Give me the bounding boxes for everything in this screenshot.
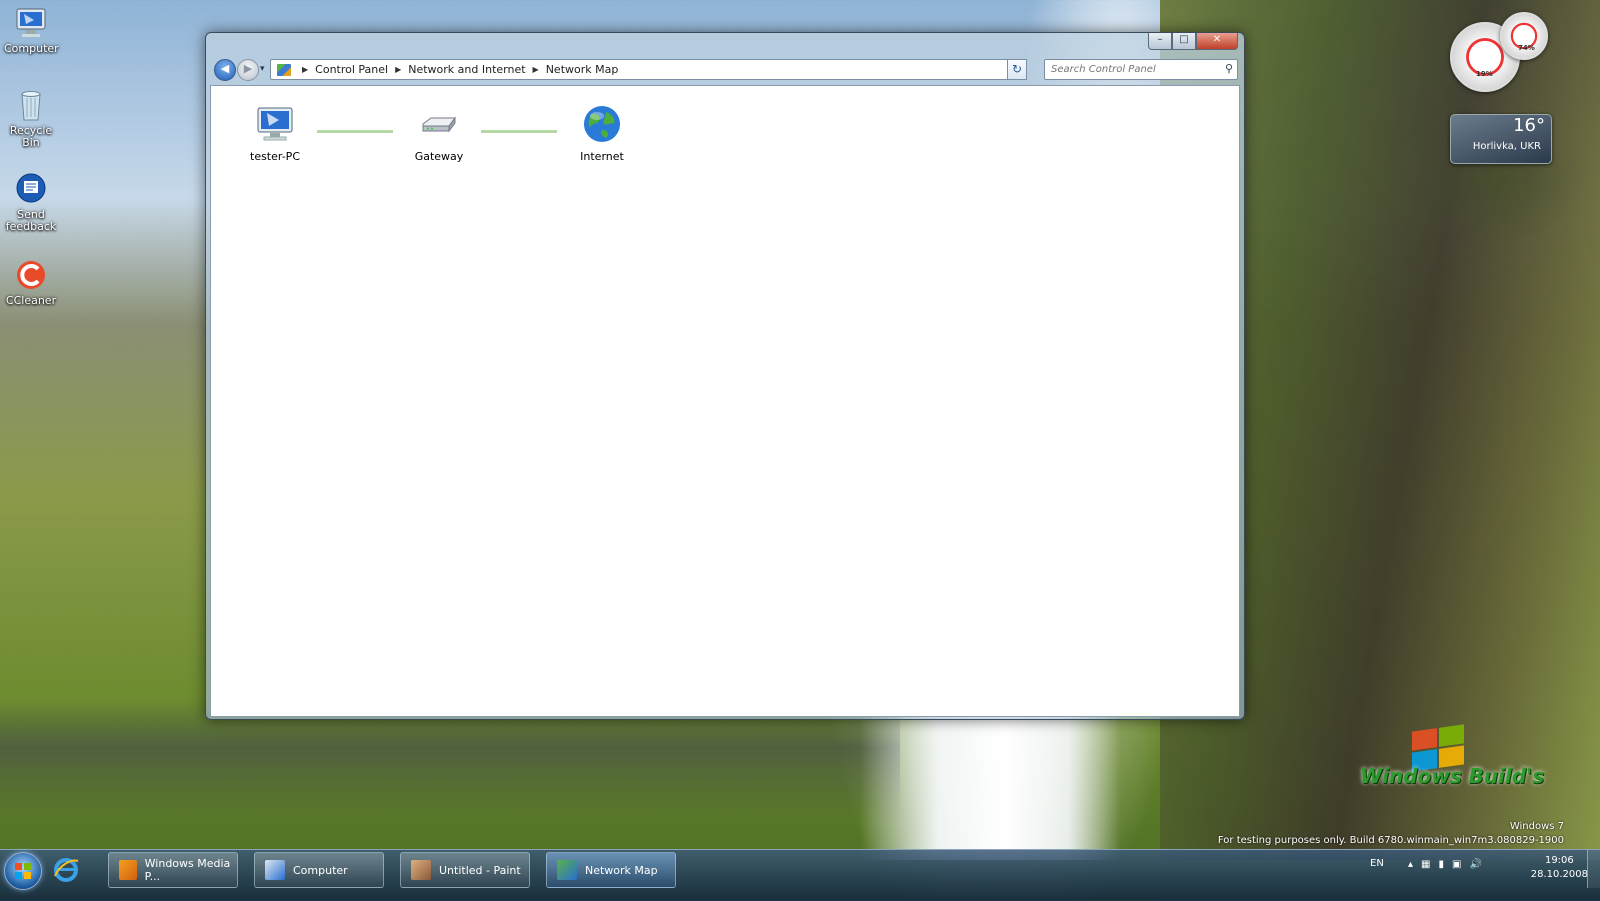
connection-line [317,130,393,133]
show-hidden-icons-icon[interactable]: ▴ [1408,859,1421,870]
desktop-icon-computer[interactable]: Computer [4,6,59,55]
network-map-window[interactable]: – □ ✕ ◀ ▶ ▾ ▶ Control Panel ▶ Network an… [205,32,1245,720]
connection-line [481,130,557,133]
back-button[interactable]: ◀ [214,59,236,81]
map-node-computer[interactable]: tester-PC [240,104,310,163]
feedback-icon [14,172,48,206]
map-node-gateway[interactable]: Gateway [404,104,474,163]
search-box[interactable]: ⚲ [1044,59,1238,80]
cpu-percent: 19% [1476,70,1493,78]
map-node-internet[interactable]: Internet [567,104,637,163]
recycle-bin-icon [14,88,48,122]
desktop-icon-label: Send feedback [5,208,57,233]
clock[interactable]: 19:06 28.10.2008 [1531,854,1588,882]
brand-logo-text: Windows Build's [1360,764,1545,788]
taskbar-button-paint[interactable]: Untitled - Paint [400,852,530,888]
forward-button[interactable]: ▶ [237,59,259,81]
memory-percent: 74% [1518,44,1535,52]
network-icon[interactable]: ▣ [1452,859,1469,870]
refresh-button[interactable]: ↻ [1007,59,1027,80]
breadcrumb-control-panel[interactable]: Control Panel [315,63,388,76]
watermark-os: Windows 7 [1509,821,1564,832]
tray-icons[interactable]: ▴▦▮▣🔊 [1408,859,1490,870]
breadcrumb-network-and-internet[interactable]: Network and Internet [408,63,525,76]
breadcrumb-separator-icon[interactable]: ▶ [533,65,539,74]
network-map-canvas: tester-PC Gateway Internet [210,85,1240,717]
breadcrumb-separator-icon[interactable]: ▶ [302,65,308,74]
breadcrumb-network-map[interactable]: Network Map [546,63,619,76]
desktop-icon-send-feedback[interactable]: Send feedback [4,172,58,233]
watermark-build: For testing purposes only. Build 6780.wi… [1217,835,1564,846]
recent-pages-dropdown[interactable]: ▾ [260,64,265,74]
memory-meter-gadget[interactable]: 74% [1500,12,1548,60]
system-tray: EN ▴▦▮▣🔊 19:06 28.10.2008 [1364,850,1600,888]
map-node-label: Gateway [414,150,464,163]
internet-explorer-icon[interactable] [52,856,80,884]
breadcrumb-separator-icon[interactable]: ▶ [395,65,401,74]
windows-logo-icon [15,863,31,879]
computer-icon [14,6,48,40]
volume-icon[interactable]: 🔊 [1469,859,1489,870]
clock-time: 19:06 [1544,855,1574,866]
minimize-button[interactable]: – [1148,33,1172,50]
desktop-icon-recycle-bin[interactable]: Recycle Bin [4,88,58,149]
taskbar-button-network-map[interactable]: Network Map [546,852,676,888]
address-bar[interactable]: ▶ Control Panel ▶ Network and Internet ▶… [270,59,1024,80]
router-icon [419,104,459,144]
search-input[interactable] [1049,63,1213,76]
desktop-icon-label: CCleaner [5,294,57,307]
start-button[interactable] [4,852,42,890]
taskbar-button-label: Untitled - Paint [439,863,521,877]
weather-location: Horlivka, UKR [1472,141,1541,152]
navigation-bar: ◀ ▶ ▾ ▶ Control Panel ▶ Network and Inte… [212,59,1238,81]
taskbar: Windows Media P... Computer Untitled - P… [0,849,1600,901]
computer-icon [265,860,285,880]
weather-temperature: 16° [1513,115,1545,136]
taskbar-button-computer[interactable]: Computer [254,852,384,888]
desktop-icon-ccleaner[interactable]: CCleaner [4,258,58,307]
search-icon[interactable]: ⚲ [1225,62,1233,75]
taskbar-button-label: Computer [293,863,348,877]
globe-icon [582,104,622,144]
network-map-icon [557,860,577,880]
media-player-icon [119,860,137,880]
maximize-button[interactable]: □ [1172,33,1196,50]
caption-buttons: – □ ✕ [1148,33,1238,50]
map-node-label: tester-PC [250,150,300,163]
taskbar-button-label: Windows Media P... [144,857,231,883]
weather-gadget[interactable]: 16° Horlivka, UKR [1450,114,1552,164]
map-node-label: Internet [580,150,624,163]
taskbar-button-media-player[interactable]: Windows Media P... [108,852,238,888]
build-watermark: Windows 7 For testing purposes only. Bui… [1218,820,1564,848]
desktop-icon-label: Computer [4,42,59,55]
computer-icon [255,104,295,144]
keyboard-icon[interactable]: ▦ [1421,859,1438,870]
show-desktop-button[interactable] [1587,850,1600,888]
battery-icon[interactable]: ▮ [1438,859,1452,870]
taskbar-button-label: Network Map [585,863,658,877]
ccleaner-icon [14,258,48,292]
desktop-icon-label: Recycle Bin [9,124,53,149]
control-panel-icon [277,63,291,76]
paint-icon [411,860,431,880]
clock-date: 28.10.2008 [1530,869,1588,880]
language-indicator[interactable]: EN [1370,858,1384,869]
close-button[interactable]: ✕ [1196,33,1238,50]
